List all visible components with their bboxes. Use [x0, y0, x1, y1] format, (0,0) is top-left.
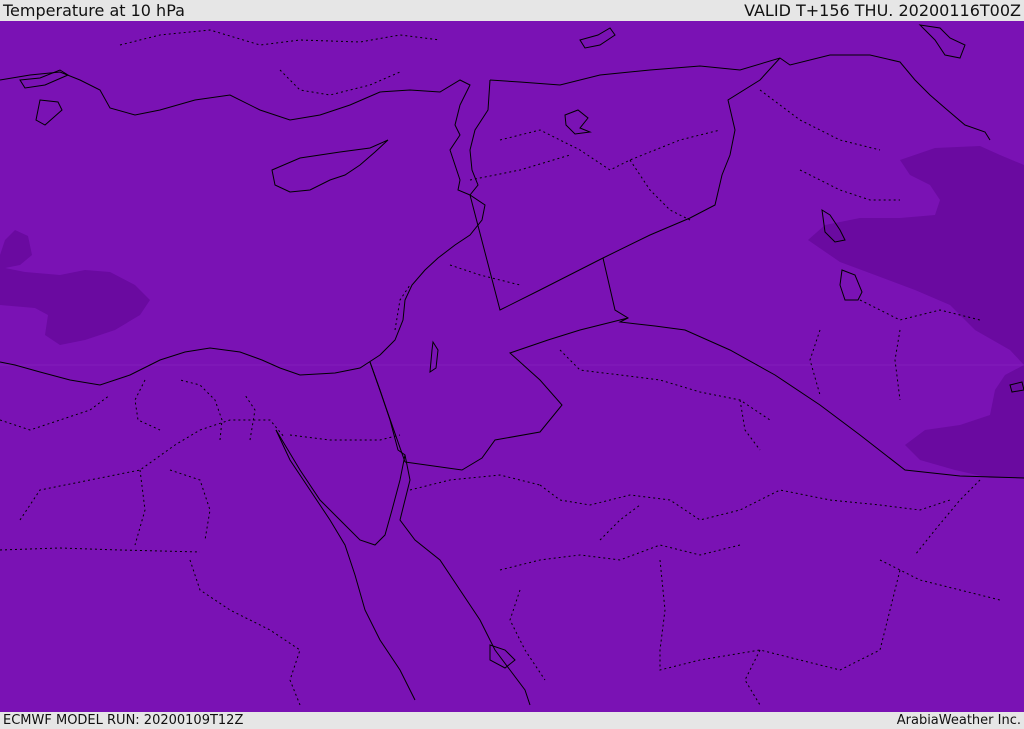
model-run: ECMWF MODEL RUN: 20200109T12Z [3, 713, 244, 728]
map-svg [0, 21, 1024, 712]
valid-time: VALID T+156 THU. 20200116T00Z [744, 1, 1021, 20]
footer-bar: ECMWF MODEL RUN: 20200109T12Z ArabiaWeat… [0, 712, 1024, 729]
brand-credit: ArabiaWeather Inc. [896, 713, 1021, 728]
header-bar: Temperature at 10 hPa VALID T+156 THU. 2… [0, 0, 1024, 21]
map-panel[interactable] [0, 21, 1024, 712]
temperature-field-main [0, 21, 1024, 712]
map-title: Temperature at 10 hPa [3, 1, 185, 20]
